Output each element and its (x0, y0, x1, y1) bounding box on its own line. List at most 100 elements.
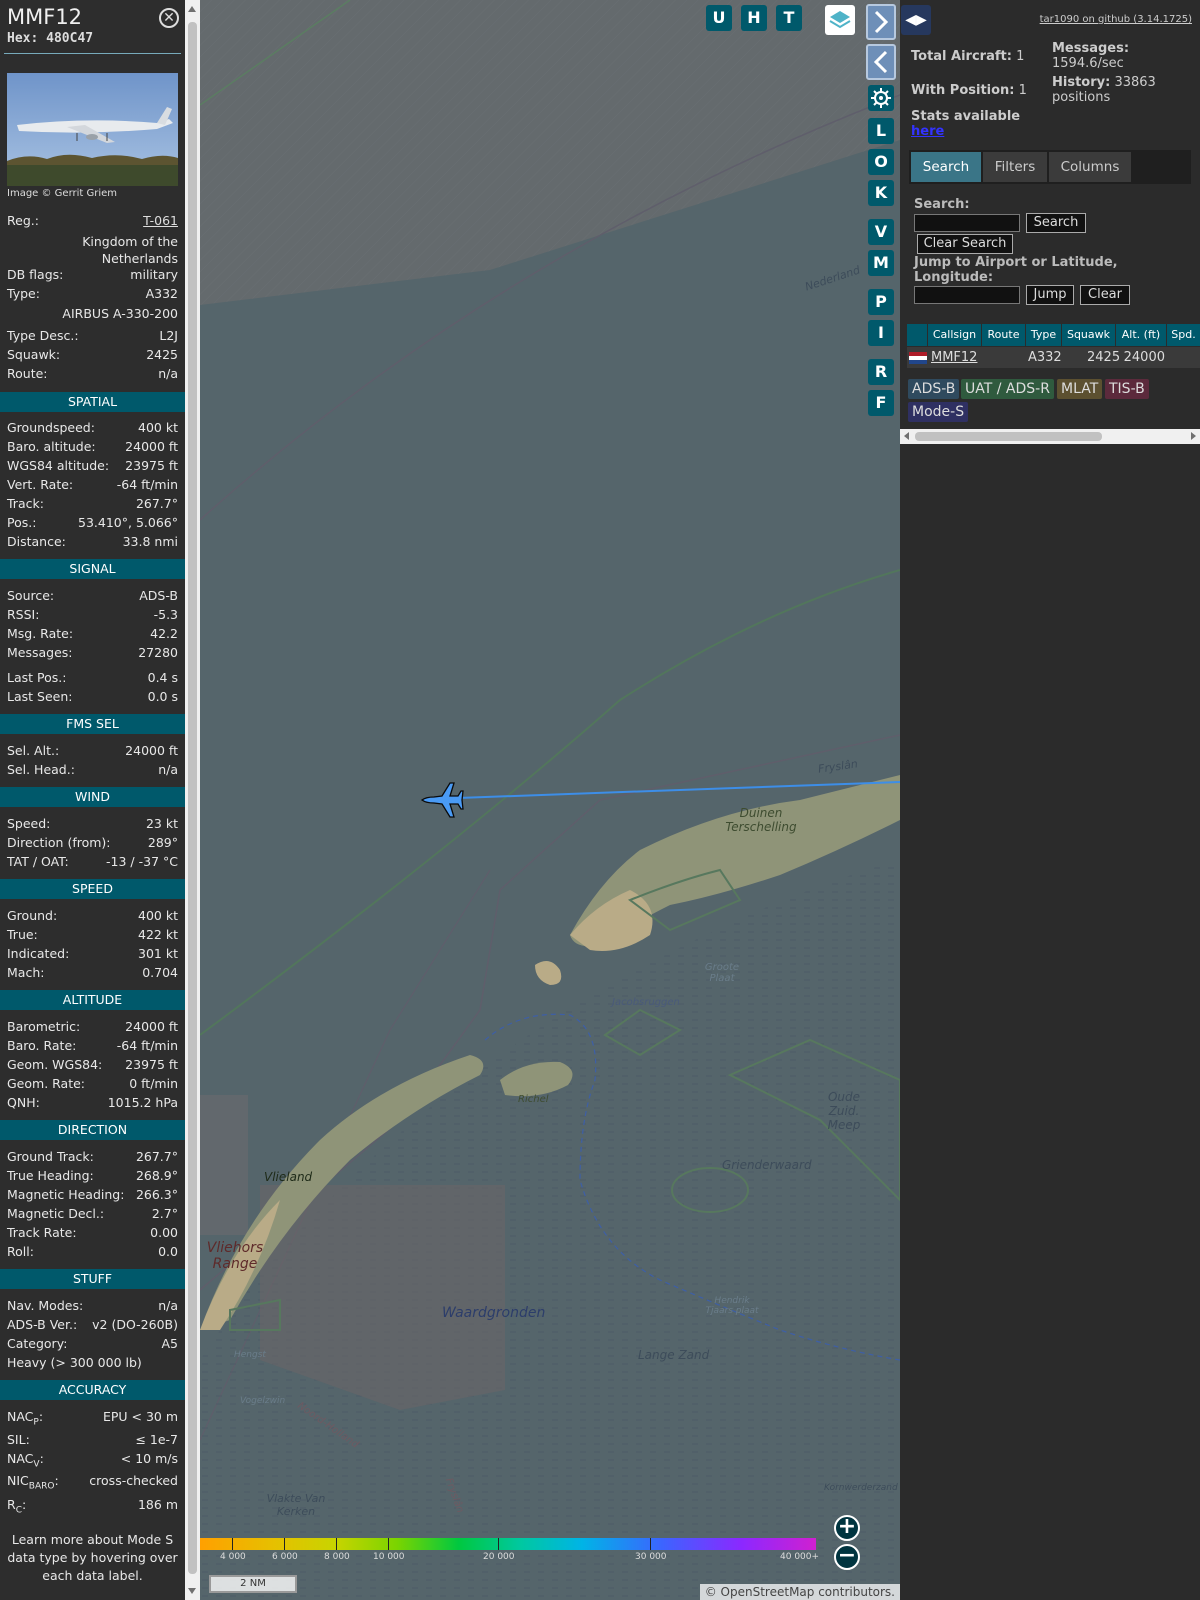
info-label: Category: (7, 1336, 68, 1351)
badge-modes[interactable]: Mode-S (908, 402, 969, 422)
info-label: Nav. Modes: (7, 1298, 84, 1313)
clear-button[interactable]: Clear (1080, 285, 1130, 305)
search-button[interactable]: Search (1026, 213, 1086, 233)
registration-label: Reg.: (7, 213, 39, 228)
column-header-callsign[interactable]: Callsign (928, 324, 981, 346)
left-panel-scrollbar[interactable] (185, 0, 200, 1600)
section-speed: SPEED (0, 879, 185, 899)
info-label: Track: (7, 496, 44, 511)
info-row: True Heading: 268.9° (7, 1167, 178, 1185)
tab-search[interactable]: Search (911, 152, 981, 182)
info-label: Track Rate: (7, 1225, 77, 1240)
badge-uat[interactable]: UAT / ADS-R (961, 379, 1054, 399)
table-horizontal-scrollbar[interactable] (900, 429, 1200, 444)
settings-button[interactable] (868, 85, 894, 111)
info-label: Roll: (7, 1244, 34, 1259)
divider (4, 53, 181, 54)
table-row[interactable]: MMF12 A332 2425 24000 (907, 347, 1200, 368)
scroll-thumb[interactable] (915, 432, 1102, 441)
registration-link[interactable]: T-061 (143, 212, 178, 230)
search-input[interactable] (914, 214, 1020, 232)
route-row: Route: n/a (7, 365, 178, 383)
info-label: Sel. Alt.: (7, 743, 60, 758)
github-link[interactable]: tar1090 on github (3.14.1725) (1040, 14, 1192, 25)
button-o[interactable]: O (868, 149, 894, 175)
jump-input[interactable] (914, 286, 1020, 304)
button-i[interactable]: I (868, 320, 894, 346)
clear-search-button[interactable]: Clear Search (917, 234, 1013, 254)
zoom-out-button[interactable]: − (834, 1544, 860, 1570)
scroll-up-arrow-icon[interactable] (188, 6, 196, 12)
layers-button[interactable] (825, 5, 855, 35)
info-label: Msg. Rate: (7, 626, 74, 641)
column-header-type[interactable]: Type (1026, 324, 1061, 346)
info-label: RSSI: (7, 607, 40, 622)
info-value: 266.3° (135, 1187, 178, 1202)
arrows-horizontal-icon: ◀▶ (905, 12, 927, 28)
column-header-squawk[interactable]: Squawk (1062, 324, 1115, 346)
route-value: n/a (158, 366, 178, 381)
collapse-panel-button[interactable] (866, 44, 896, 80)
button-r[interactable]: R (868, 359, 894, 385)
with-position-value: 1 (1018, 83, 1027, 98)
info-label: Geom. WGS84: (7, 1057, 103, 1072)
column-header-speed[interactable]: Spd. (1167, 324, 1200, 346)
button-v[interactable]: V (868, 219, 894, 245)
section-spatial: SPATIAL (0, 392, 185, 412)
aircraft-icon[interactable] (420, 780, 464, 820)
info-label: Groundspeed: (7, 420, 95, 435)
button-k[interactable]: K (868, 180, 894, 206)
scroll-left-arrow-icon[interactable] (904, 432, 909, 440)
info-value: -64 ft/min (116, 477, 178, 492)
scroll-thumb[interactable] (188, 22, 197, 1574)
aircraft-photo[interactable] (7, 73, 178, 186)
badge-tisb[interactable]: TIS-B (1105, 379, 1149, 399)
info-label: Last Pos.: (7, 670, 67, 685)
map-view[interactable]: Nederland Fryslân Duinen Terschelling Gr… (200, 0, 900, 1600)
scroll-right-arrow-icon[interactable] (1191, 432, 1196, 440)
zoom-in-button[interactable]: + (834, 1515, 860, 1541)
info-label: RC: (7, 1496, 26, 1520)
badge-adsb[interactable]: ADS-B (908, 379, 960, 399)
map-attribution[interactable]: © OpenStreetMap contributors. (699, 1584, 900, 1600)
info-row: Sel. Alt.: 24000 ft (7, 742, 178, 760)
info-row: Indicated: 301 kt (7, 945, 178, 963)
badge-mlat[interactable]: MLAT (1057, 379, 1103, 399)
info-label: Distance: (7, 534, 66, 549)
altitude-legend-label: 4 000 (220, 1552, 246, 1562)
column-header-flag[interactable] (907, 324, 927, 346)
button-f[interactable]: F (868, 390, 894, 416)
button-h[interactable]: H (741, 5, 767, 31)
button-u[interactable]: U (706, 5, 732, 31)
button-m[interactable]: M (868, 250, 894, 276)
stats-link[interactable]: here (911, 124, 944, 139)
button-t[interactable]: T (776, 5, 802, 31)
row-callsign[interactable]: MMF12 (931, 347, 977, 368)
category-text: Heavy (> 300 000 lb) (7, 1355, 142, 1370)
info-value: -13 / -37 °C (106, 854, 178, 869)
close-icon[interactable]: ✕ (159, 8, 179, 28)
info-label-text: NIC (7, 1473, 29, 1488)
expand-panel-button[interactable] (866, 4, 896, 40)
altitude-tick (284, 1538, 285, 1550)
toggle-sidebar-button[interactable]: ◀▶ (901, 5, 931, 35)
info-value: 27280 (138, 645, 178, 660)
jump-button[interactable]: Jump (1026, 285, 1074, 305)
info-row: RSSI: -5.3 (7, 606, 178, 624)
tab-filters[interactable]: Filters (983, 152, 1047, 182)
info-row: Roll: 0.0 (7, 1243, 178, 1261)
scroll-down-arrow-icon[interactable] (188, 1588, 196, 1594)
info-value: n/a (158, 762, 178, 777)
stats-available: Stats available here (911, 109, 1020, 139)
button-l[interactable]: L (868, 118, 894, 144)
column-header-altitude[interactable]: Alt. (ft) (1116, 324, 1166, 346)
column-header-route[interactable]: Route (982, 324, 1025, 346)
button-p[interactable]: P (868, 289, 894, 315)
altitude-tick (650, 1538, 651, 1550)
registration-row: Reg.: T-061 (7, 212, 178, 230)
info-row: Direction (from): 289° (7, 834, 178, 852)
category-description: Heavy (> 300 000 lb) (7, 1354, 178, 1372)
info-row: Messages: 27280 (7, 644, 178, 662)
info-value: 400 kt (138, 908, 178, 923)
tab-columns[interactable]: Columns (1049, 152, 1131, 182)
